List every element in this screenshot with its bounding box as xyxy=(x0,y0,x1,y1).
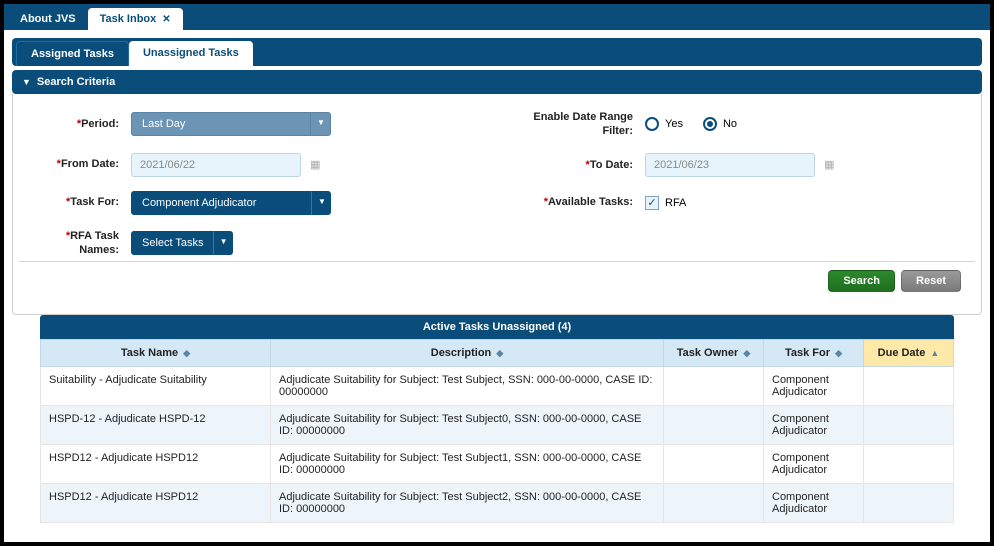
search-criteria-panel: *Period: Last Day ▼ Enable Date Range Fi… xyxy=(12,94,982,315)
radio-no-label: No xyxy=(723,118,737,130)
col-description[interactable]: Description ◆ xyxy=(271,340,664,367)
period-value: Last Day xyxy=(131,112,311,136)
sort-asc-icon: ▲ xyxy=(930,348,939,358)
cell-for: Component Adjudicator xyxy=(764,406,864,445)
col-task-owner[interactable]: Task Owner ◆ xyxy=(664,340,764,367)
sort-icon: ◆ xyxy=(496,348,503,358)
from-date-wrap: ▦ xyxy=(131,153,331,177)
chevron-down-icon[interactable]: ▼ xyxy=(213,231,233,255)
radio-yes-label: Yes xyxy=(665,118,683,130)
cell-due xyxy=(864,367,954,406)
from-date-label: *From Date: xyxy=(33,157,123,171)
cell-owner xyxy=(664,445,764,484)
search-criteria-header[interactable]: ▼ Search Criteria xyxy=(12,70,982,94)
checkbox-rfa[interactable]: ✓ xyxy=(645,196,659,210)
tab-task-inbox-label: Task Inbox xyxy=(100,13,157,25)
date-range-radio-group: Yes No xyxy=(645,117,865,131)
col-task-for[interactable]: Task For ◆ xyxy=(764,340,864,367)
collapse-icon: ▼ xyxy=(22,77,31,87)
available-tasks-label: *Available Tasks: xyxy=(527,195,637,209)
cell-desc: Adjudicate Suitability for Subject: Test… xyxy=(271,484,664,523)
col-task-name[interactable]: Task Name ◆ xyxy=(41,340,271,367)
checkbox-rfa-label: RFA xyxy=(665,197,686,209)
cell-due xyxy=(864,406,954,445)
cell-for: Component Adjudicator xyxy=(764,484,864,523)
tab-about-jvs[interactable]: About JVS xyxy=(8,8,88,30)
rfa-task-names-label: *RFA Task Names: xyxy=(33,229,123,258)
content-area: Assigned Tasks Unassigned Tasks ▼ Search… xyxy=(4,30,990,523)
cell-name: HSPD-12 - Adjudicate HSPD-12 xyxy=(41,406,271,445)
action-bar: Search Reset xyxy=(19,261,975,302)
cell-owner xyxy=(664,367,764,406)
cell-name: HSPD12 - Adjudicate HSPD12 xyxy=(41,445,271,484)
cell-name: Suitability - Adjudicate Suitability xyxy=(41,367,271,406)
to-date-wrap: ▦ xyxy=(645,153,865,177)
table-title: Active Tasks Unassigned (4) xyxy=(40,315,954,339)
calendar-icon[interactable]: ▦ xyxy=(310,159,320,171)
cell-desc: Adjudicate Suitability for Subject: Test… xyxy=(271,445,664,484)
task-for-select[interactable]: Component Adjudicator ▼ xyxy=(131,191,331,215)
period-select[interactable]: Last Day ▼ xyxy=(131,112,331,136)
sort-icon: ◆ xyxy=(835,348,842,358)
cell-desc: Adjudicate Suitability for Subject: Test… xyxy=(271,406,664,445)
chevron-down-icon[interactable]: ▼ xyxy=(311,112,331,136)
results-table: Task Name ◆ Description ◆ Task Owner ◆ T… xyxy=(40,339,954,523)
sub-tabbar: Assigned Tasks Unassigned Tasks xyxy=(12,38,982,66)
tab-task-inbox[interactable]: Task Inbox ✕ xyxy=(88,8,183,30)
search-button[interactable]: Search xyxy=(828,270,895,292)
cell-desc: Adjudicate Suitability for Subject: Test… xyxy=(271,367,664,406)
cell-due xyxy=(864,484,954,523)
cell-owner xyxy=(664,406,764,445)
period-label: *Period: xyxy=(33,118,123,130)
table-row[interactable]: Suitability - Adjudicate SuitabilityAdju… xyxy=(41,367,954,406)
results-table-wrap: Active Tasks Unassigned (4) Task Name ◆ … xyxy=(40,315,954,523)
tab-unassigned-tasks[interactable]: Unassigned Tasks xyxy=(129,41,253,66)
col-due-date[interactable]: Due Date ▲ xyxy=(864,340,954,367)
table-row[interactable]: HSPD12 - Adjudicate HSPD12Adjudicate Sui… xyxy=(41,484,954,523)
to-date-input[interactable] xyxy=(645,153,815,177)
task-for-value: Component Adjudicator xyxy=(131,191,311,215)
close-icon[interactable]: ✕ xyxy=(162,14,170,25)
cell-due xyxy=(864,445,954,484)
app-window: About JVS Task Inbox ✕ Assigned Tasks Un… xyxy=(4,4,990,542)
rfa-task-names-select[interactable]: Select Tasks ▼ xyxy=(131,231,241,255)
cell-for: Component Adjudicator xyxy=(764,445,864,484)
cell-name: HSPD12 - Adjudicate HSPD12 xyxy=(41,484,271,523)
table-row[interactable]: HSPD-12 - Adjudicate HSPD-12Adjudicate S… xyxy=(41,406,954,445)
enable-date-range-label: Enable Date Range Filter: xyxy=(527,110,637,139)
reset-button[interactable]: Reset xyxy=(901,270,961,292)
task-for-label: *Task For: xyxy=(33,195,123,209)
radio-yes[interactable] xyxy=(645,117,659,131)
sort-icon: ◆ xyxy=(743,348,750,358)
sort-icon: ◆ xyxy=(183,348,190,358)
to-date-label: *To Date: xyxy=(527,159,637,171)
tab-assigned-tasks[interactable]: Assigned Tasks xyxy=(16,41,129,66)
panel-title: Search Criteria xyxy=(37,76,115,88)
chevron-down-icon[interactable]: ▼ xyxy=(311,191,331,215)
rfa-task-names-value: Select Tasks xyxy=(131,231,213,255)
cell-for: Component Adjudicator xyxy=(764,367,864,406)
calendar-icon[interactable]: ▦ xyxy=(824,159,834,171)
from-date-input[interactable] xyxy=(131,153,301,177)
top-tabbar: About JVS Task Inbox ✕ xyxy=(4,4,990,30)
cell-owner xyxy=(664,484,764,523)
radio-no[interactable] xyxy=(703,117,717,131)
available-tasks-group: ✓ RFA xyxy=(645,196,865,210)
table-row[interactable]: HSPD12 - Adjudicate HSPD12Adjudicate Sui… xyxy=(41,445,954,484)
